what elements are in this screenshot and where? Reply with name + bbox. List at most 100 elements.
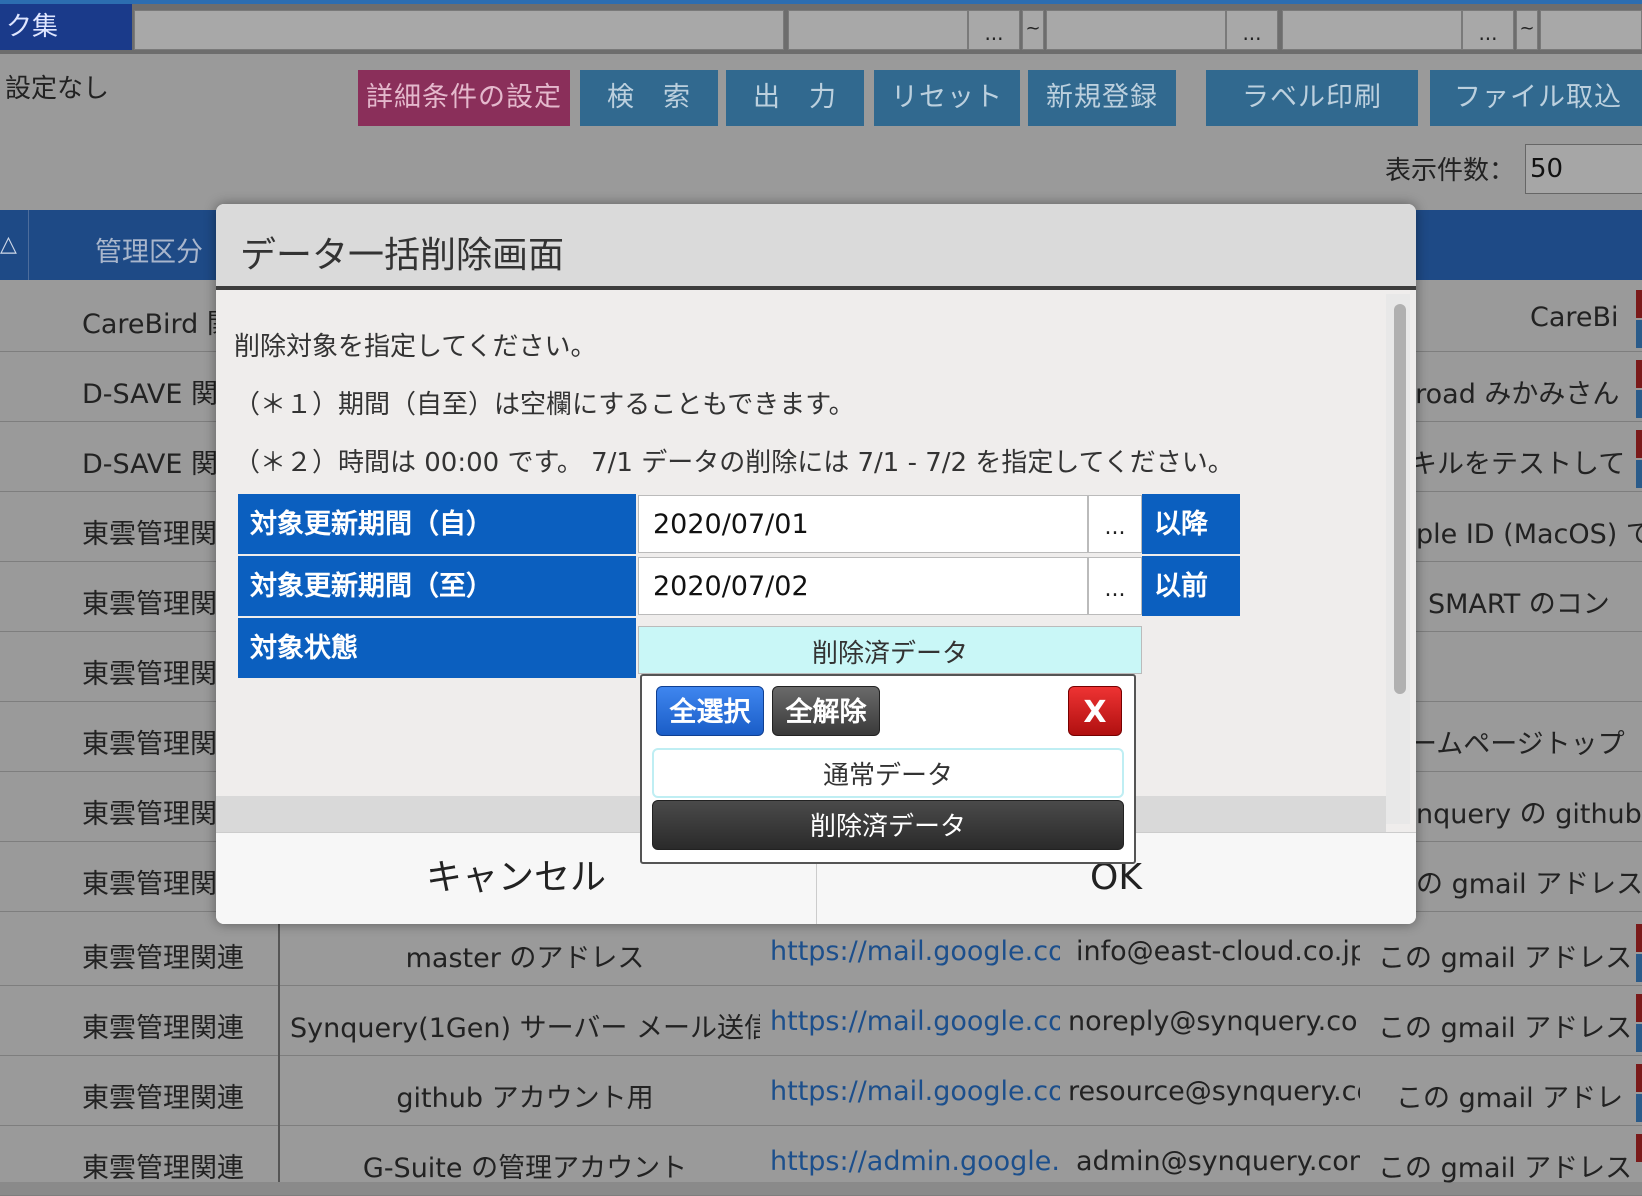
row-delete-marker[interactable] bbox=[1636, 994, 1642, 1022]
row-email: admin@synquery.com bbox=[1076, 1146, 1360, 1177]
row-edit-marker[interactable] bbox=[1636, 954, 1642, 982]
top-filter-input-2[interactable] bbox=[788, 10, 968, 50]
row-edit-marker[interactable] bbox=[1636, 1024, 1642, 1052]
header-category[interactable]: 管理区分 bbox=[95, 230, 203, 269]
row-delete-marker[interactable] bbox=[1636, 924, 1642, 952]
top-dots-button-3[interactable]: ... bbox=[1462, 10, 1514, 50]
top-filter-input-5[interactable] bbox=[1540, 10, 1642, 50]
top-dots-button-1[interactable]: ... bbox=[968, 10, 1020, 50]
row-right: ームページトップ bbox=[1410, 729, 1625, 760]
row-edit-marker[interactable] bbox=[1636, 460, 1642, 488]
row-category: 東雲管理関連 bbox=[82, 1083, 244, 1114]
display-count-input[interactable]: 50 bbox=[1525, 144, 1642, 194]
top-dots-button-2[interactable]: ... bbox=[1226, 10, 1278, 50]
table-row[interactable]: 東雲管理関連 Synquery(1Gen) サーバー メール送信 https:/… bbox=[0, 986, 1642, 1056]
row-category: 東雲管理関 bbox=[82, 589, 217, 620]
from-period-label: 対象更新期間（自） bbox=[238, 494, 636, 554]
row-name: G-Suite の管理アカウント bbox=[362, 1153, 688, 1184]
from-date-input[interactable]: 2020/07/01 bbox=[638, 495, 1088, 553]
to-date-input[interactable]: 2020/07/02 bbox=[638, 557, 1088, 615]
from-suffix-label: 以降 bbox=[1142, 494, 1240, 554]
reset-button[interactable]: リセット bbox=[874, 70, 1020, 126]
to-period-label: 対象更新期間（至） bbox=[238, 556, 636, 616]
to-suffix-label: 以前 bbox=[1142, 556, 1240, 616]
row-category: 東雲管理関 bbox=[82, 799, 217, 830]
row-right: キルをテストして bbox=[1410, 449, 1626, 480]
row-delete-marker[interactable] bbox=[1636, 430, 1642, 458]
instruction-text: 削除対象を指定してください。 bbox=[234, 332, 597, 362]
display-count-label: 表示件数： bbox=[1385, 156, 1516, 186]
dialog-header: データ一括削除画面 bbox=[216, 204, 1416, 290]
row-right: ple ID (MacOS) で bbox=[1416, 519, 1642, 550]
dialog-scrollbar-thumb[interactable] bbox=[1394, 304, 1406, 694]
row-email: info@east-cloud.co.jp bbox=[1076, 936, 1360, 967]
row-category: 東雲管理関 bbox=[82, 659, 217, 690]
table-row[interactable]: 東雲管理関連 github アカウント用 https://mail.google… bbox=[0, 1056, 1642, 1126]
row-name: Synquery(1Gen) サーバー メール送信 bbox=[290, 1013, 760, 1044]
row-name: github アカウント用 bbox=[396, 1083, 654, 1114]
row-url-link[interactable]: https://mail.google.com bbox=[770, 936, 1060, 967]
row-right: proad みかみさん bbox=[1398, 379, 1620, 410]
detail-condition-button[interactable]: 詳細条件の設定 bbox=[358, 70, 570, 126]
row-category: 東雲管理関 bbox=[82, 869, 217, 900]
row-category: D-SAVE 関 bbox=[82, 379, 219, 410]
row-edit-marker[interactable] bbox=[1636, 320, 1642, 348]
row-edit-marker[interactable] bbox=[1636, 1094, 1642, 1122]
row-right: SMART のコン bbox=[1428, 589, 1610, 620]
row-note: この gmail アドレス bbox=[1378, 943, 1633, 974]
row-note: この gmail アドレ bbox=[1396, 1083, 1624, 1114]
top-tilde-1: ~ bbox=[1022, 10, 1044, 50]
select-all-button[interactable]: 全選択 bbox=[656, 686, 764, 736]
table-row[interactable]: 東雲管理関連 G-Suite の管理アカウント https://admin.go… bbox=[0, 1126, 1642, 1196]
top-filter-input-4[interactable] bbox=[1282, 10, 1462, 50]
from-date-picker-button[interactable]: ... bbox=[1088, 495, 1142, 553]
note-2-text: （＊２）時間は 00:00 です。 7/1 データの削除には 7/1 - 7/2… bbox=[234, 448, 1234, 478]
target-state-label: 対象状態 bbox=[238, 618, 636, 678]
row-category: 東雲管理関連 bbox=[82, 1013, 244, 1044]
top-filter-input-1[interactable] bbox=[134, 10, 784, 50]
row-category: CareBird 関 bbox=[82, 309, 234, 340]
file-import-button[interactable]: ファイル取込 bbox=[1430, 70, 1642, 126]
search-button[interactable]: 検 索 bbox=[580, 70, 718, 126]
row-right: nquery の github bbox=[1416, 799, 1642, 830]
table-row[interactable]: 東雲管理関連 master のアドレス https://mail.google.… bbox=[0, 916, 1642, 986]
new-register-button[interactable]: 新規登録 bbox=[1028, 70, 1176, 126]
row-email: resource@synquery.com bbox=[1068, 1076, 1360, 1107]
output-button[interactable]: 出 力 bbox=[726, 70, 864, 126]
tab-title[interactable]: ク集 bbox=[0, 4, 132, 50]
row-edit-marker[interactable] bbox=[1636, 390, 1642, 418]
option-deleted-data[interactable]: 削除済データ bbox=[652, 800, 1124, 850]
sort-triangle-icon[interactable]: △ bbox=[0, 210, 29, 280]
state-multiselect-popup: 全選択 全解除 X 通常データ 削除済データ bbox=[640, 674, 1136, 864]
row-url-link[interactable]: https://mail.google.com bbox=[770, 1076, 1060, 1107]
row-category: D-SAVE 関 bbox=[82, 449, 219, 480]
top-tilde-2: ~ bbox=[1516, 10, 1538, 50]
option-normal-data[interactable]: 通常データ bbox=[652, 748, 1124, 798]
row-delete-marker[interactable] bbox=[1636, 360, 1642, 388]
row-url-link[interactable]: https://admin.google.com bbox=[770, 1146, 1060, 1177]
row-category: 東雲管理関 bbox=[82, 519, 217, 550]
no-setting-text: 設定なし bbox=[5, 74, 110, 104]
row-delete-marker[interactable] bbox=[1636, 290, 1642, 318]
row-delete-marker[interactable] bbox=[1636, 1134, 1642, 1162]
row-delete-marker[interactable] bbox=[1636, 1064, 1642, 1092]
row-category: 東雲管理関連 bbox=[82, 1153, 244, 1184]
top-filter-input-3[interactable] bbox=[1046, 10, 1226, 50]
row-right: CareBi bbox=[1530, 302, 1619, 333]
row-category: 東雲管理関連 bbox=[82, 943, 244, 974]
row-note: この gmail アドレス bbox=[1378, 1153, 1633, 1184]
to-date-picker-button[interactable]: ... bbox=[1088, 557, 1142, 615]
deselect-all-button[interactable]: 全解除 bbox=[772, 686, 880, 736]
dialog-title: データ一括削除画面 bbox=[240, 235, 565, 276]
row-note: この gmail アドレス bbox=[1378, 1013, 1633, 1044]
row-url-link[interactable]: https://mail.google.com bbox=[770, 1006, 1060, 1037]
row-right: の gmail アドレス bbox=[1416, 869, 1642, 900]
row-name: master のアドレス bbox=[405, 943, 645, 974]
label-print-button[interactable]: ラベル印刷 bbox=[1206, 70, 1418, 126]
note-1-text: （＊１）期間（自至）は空欄にすることもできます。 bbox=[234, 390, 855, 420]
row-email: noreply@synquery.com bbox=[1068, 1006, 1360, 1037]
target-state-select[interactable]: 削除済データ bbox=[638, 626, 1142, 674]
close-popup-button[interactable]: X bbox=[1068, 686, 1122, 736]
row-category: 東雲管理関 bbox=[82, 729, 217, 760]
column-divider bbox=[278, 920, 280, 1182]
